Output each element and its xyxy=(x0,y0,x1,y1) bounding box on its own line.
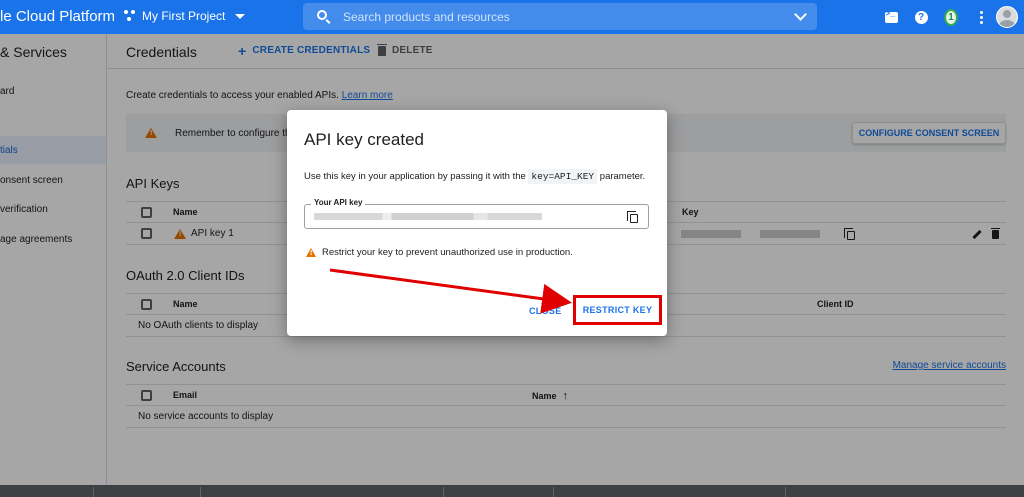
help-button[interactable]: ? xyxy=(914,10,928,24)
kebab-icon xyxy=(979,10,983,24)
desc-post: parameter. xyxy=(599,171,646,182)
copy-icon[interactable] xyxy=(627,211,638,223)
platform-brand[interactable]: le Cloud Platform xyxy=(0,8,115,25)
api-key-label: Your API key xyxy=(311,198,366,207)
restrict-key-button[interactable]: RESTRICT KEY xyxy=(573,295,662,325)
search-icon xyxy=(317,10,327,20)
caret-down-icon xyxy=(235,13,246,19)
search-input[interactable] xyxy=(343,7,783,26)
cloud-shell-button[interactable] xyxy=(884,10,898,24)
api-key-created-dialog: API key created Use this key in your app… xyxy=(287,110,667,336)
terminal-icon xyxy=(884,10,898,23)
search-bar[interactable] xyxy=(303,3,817,30)
dialog-warning: Restrict your key to prevent unauthorize… xyxy=(306,247,573,258)
avatar[interactable] xyxy=(996,6,1018,28)
project-name: My First Project xyxy=(142,9,226,23)
dialog-warning-text: Restrict your key to prevent unauthorize… xyxy=(322,247,573,258)
top-app-bar: le Cloud Platform My First Project ? 1 xyxy=(0,0,1024,34)
dialog-title: API key created xyxy=(304,130,425,149)
top-icons: ? 1 xyxy=(876,0,1024,34)
close-button[interactable]: CLOSE xyxy=(529,306,562,316)
bottom-bar xyxy=(0,485,1024,497)
chevron-down-icon[interactable] xyxy=(794,8,807,21)
more-options-button[interactable] xyxy=(974,10,988,24)
desc-code: key=API_KEY xyxy=(528,169,598,184)
warning-icon xyxy=(306,248,316,257)
desc-pre: Use this key in your application by pass… xyxy=(304,171,526,182)
project-selector[interactable]: My First Project xyxy=(124,9,246,23)
api-key-field[interactable]: Your API key xyxy=(304,198,649,229)
redacted-api-key[interactable] xyxy=(314,213,542,220)
project-icon xyxy=(124,10,136,22)
help-icon: ? xyxy=(914,10,928,24)
notifications-button[interactable]: 1 xyxy=(944,8,958,26)
dialog-description: Use this key in your application by pass… xyxy=(304,169,646,184)
notification-badge: 1 xyxy=(944,8,958,26)
